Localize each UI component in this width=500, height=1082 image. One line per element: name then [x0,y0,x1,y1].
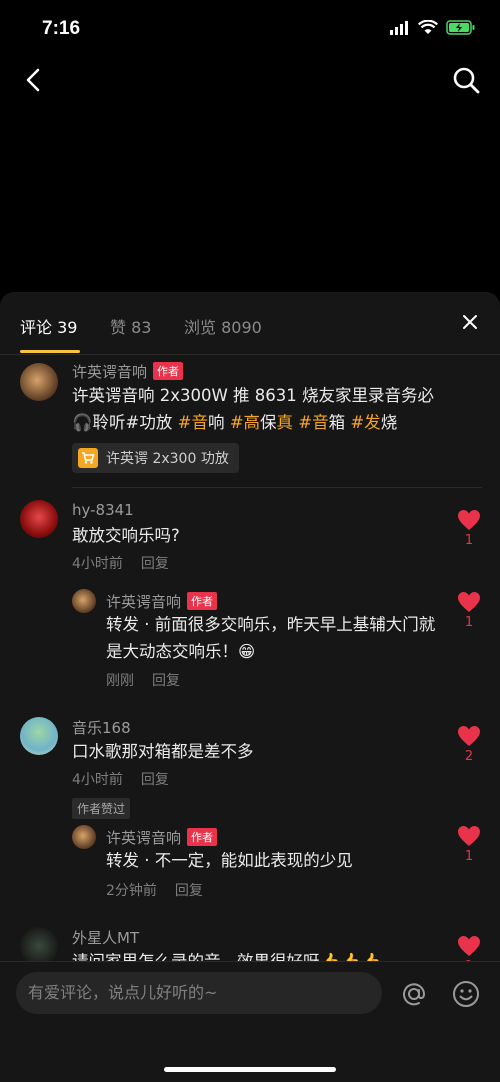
comment-sheet: 评论 39 赞 83 浏览 8090 许英谔音响 作者 许英谔音响 2x300W … [0,292,500,1082]
heart-icon [458,510,480,530]
like-button[interactable]: 1 [456,591,482,630]
like-button[interactable]: 1 [456,509,482,548]
heart-icon [458,826,480,846]
avatar[interactable] [72,825,96,849]
signal-icon [390,20,408,35]
comment-meta: 刚刚 回复 [106,673,180,689]
like-count: 1 [464,849,474,864]
heart-icon [458,726,480,746]
tab-likes[interactable]: 赞 83 [110,314,151,338]
avatar[interactable] [72,589,96,613]
comment-list: 许英谔音响 作者 许英谔音响 2x300W 推 8631 烧友家里录音务必🎧聆听#… [0,355,500,972]
reply-button[interactable]: 回复 [152,673,180,689]
product-link[interactable]: 许英谔 2x300 功放 [72,443,239,473]
top-bar [0,60,500,104]
comment-meta: 2分钟前 回复 [106,883,203,899]
avatar[interactable] [20,717,58,755]
comment-input[interactable]: 有爱评论，说点儿好听的~ [16,972,382,1014]
reply-button[interactable]: 回复 [141,772,169,788]
author-badge: 作者 [153,362,184,380]
like-count: 1 [464,533,474,548]
avatar[interactable] [20,927,58,965]
cart-icon [78,448,98,468]
avatar[interactable] [20,500,58,538]
comment-text: 口水歌那对箱都是差不多 [72,742,254,761]
like-button[interactable]: 1 [456,825,482,864]
wifi-icon [418,20,438,34]
author-badge: 作者 [187,592,218,610]
reply-text: 转发 · 前面很多交响乐，昨天早上基辅大门就是大动态交响乐！😁 [106,615,436,661]
status-time: 7:16 [42,18,81,39]
tab-bar: 评论 39 赞 83 浏览 8090 [0,292,500,355]
status-bar: 7:16 [0,0,500,60]
avatar[interactable] [20,363,58,401]
comment-text: 敢放交响乐吗? [72,526,180,545]
like-count: 1 [464,615,474,630]
search-icon[interactable] [450,64,482,96]
post-text: 许英谔音响 2x300W 推 8631 烧友家里录音务必🎧聆听#功放 #音响 #… [72,386,435,432]
tab-indicator [20,350,80,353]
product-name: 许英谔 2x300 功放 [106,451,229,467]
reply-button[interactable]: 回复 [141,556,169,572]
comment-meta: 4小时前 回复 [72,556,169,572]
close-icon[interactable] [462,314,478,330]
tab-views[interactable]: 浏览 8090 [184,314,262,338]
reply-text: 转发 · 不一定，能如此表现的少见 [106,851,353,870]
heart-icon [458,592,480,612]
comment-author[interactable]: 许英谔音响 作者 [72,361,184,382]
divider [72,487,482,488]
comment-input-bar: 有爱评论，说点儿好听的~ [0,961,500,1082]
home-indicator [164,1067,336,1072]
heart-icon [458,936,480,956]
comment-author[interactable]: 许英谔音响 作者 [106,591,218,612]
reply-button[interactable]: 回复 [175,883,203,899]
comment-meta: 4小时前 回复 [72,772,169,788]
emoji-icon[interactable] [450,978,482,1010]
comment-author[interactable]: 外星人MT [72,927,139,948]
author-praised-badge: 作者赞过 [72,798,131,819]
comment-author[interactable]: hy-8341 [72,501,134,519]
like-button[interactable]: 2 [456,725,482,764]
like-count: 2 [464,749,474,764]
comment-author[interactable]: 音乐168 [72,717,131,738]
back-arrow-icon[interactable] [18,64,50,96]
comment-author[interactable]: 许英谔音响 作者 [106,827,218,848]
battery-icon [446,20,475,35]
tab-comments[interactable]: 评论 39 [20,314,77,338]
author-badge: 作者 [187,828,218,846]
mention-icon[interactable] [398,978,430,1010]
